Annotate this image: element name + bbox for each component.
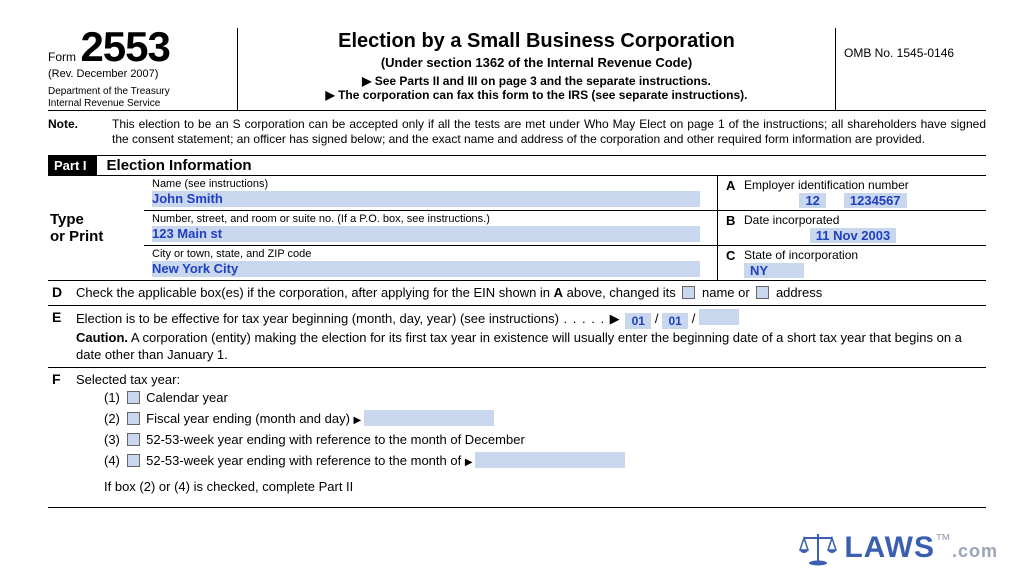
fiscal-year-ending-field[interactable] xyxy=(364,410,494,426)
state-inc-cell: C State of incorporation NY xyxy=(718,246,986,280)
revision-date: (Rev. December 2007) xyxy=(48,68,231,80)
checkbox-5253-december[interactable] xyxy=(127,433,140,446)
ein-label: Employer identification number xyxy=(744,178,909,193)
omb-number: OMB No. 1545-0146 xyxy=(844,46,954,60)
selected-tax-year-head: Selected tax year: xyxy=(76,371,986,389)
row-f-body: Selected tax year: (1) Calendar year (2)… xyxy=(76,371,986,499)
caution-label: Caution. xyxy=(76,330,128,345)
date-inc-field[interactable]: 11 Nov 2003 xyxy=(810,228,896,243)
effective-year[interactable] xyxy=(699,309,739,325)
type-or-print: Type or Print xyxy=(48,176,144,280)
date-inc-label: Date incorporated xyxy=(744,213,839,228)
row-e-text: Election is to be effective for tax year… xyxy=(76,309,986,364)
state-inc-field[interactable]: NY xyxy=(744,263,804,278)
letter-b: B xyxy=(726,213,744,228)
ein-cell: A Employer identification number 12 1234… xyxy=(718,176,986,211)
checkbox-5253-other[interactable] xyxy=(127,454,140,467)
form-word: Form xyxy=(48,50,76,64)
note-text: This election to be an S corporation can… xyxy=(112,117,986,147)
part-i-bar: Part I Election Information xyxy=(48,156,986,176)
letter-e: E xyxy=(48,309,76,325)
checkbox-address-change[interactable] xyxy=(756,286,769,299)
form-2553: Form 2553 (Rev. December 2007) Departmen… xyxy=(0,0,1024,508)
watermark: LAWS™.com xyxy=(798,530,998,566)
name-field[interactable]: John Smith xyxy=(152,191,700,207)
part-title: Election Information xyxy=(97,156,252,175)
effective-day[interactable]: 01 xyxy=(662,313,688,329)
checkbox-name-change[interactable] xyxy=(682,286,695,299)
department: Department of the Treasury Internal Reve… xyxy=(48,86,231,110)
part-tag: Part I xyxy=(48,156,97,175)
form-subtitle: (Under section 1362 of the Internal Reve… xyxy=(244,55,829,70)
fax-instructions: The corporation can fax this form to the… xyxy=(244,88,829,102)
letter-d: D xyxy=(48,284,76,300)
row-d: D Check the applicable box(es) if the co… xyxy=(48,281,986,306)
row-e: E Election is to be effective for tax ye… xyxy=(48,306,986,367)
city-cell: City or town, state, and ZIP code New Yo… xyxy=(144,246,717,280)
city-label: City or town, state, and ZIP code xyxy=(152,248,711,260)
tax-year-options: (1) Calendar year (2) Fiscal year ending… xyxy=(76,388,986,471)
part-ii-instruction: If box (2) or (4) is checked, complete P… xyxy=(76,471,986,498)
form-title: Election by a Small Business Corporation xyxy=(244,30,829,53)
form-header: Form 2553 (Rev. December 2007) Departmen… xyxy=(48,28,986,111)
city-field[interactable]: New York City xyxy=(152,261,700,277)
address-label: Number, street, and room or suite no. (I… xyxy=(152,213,711,225)
ein-suffix[interactable]: 1234567 xyxy=(844,193,907,208)
state-inc-label: State of incorporation xyxy=(744,248,858,263)
checkbox-calendar-year[interactable] xyxy=(127,391,140,404)
name-label: Name (see instructions) xyxy=(152,178,711,190)
header-center: Election by a Small Business Corporation… xyxy=(238,28,836,110)
letter-f: F xyxy=(48,371,76,387)
ein-value[interactable]: 12 1234567 xyxy=(726,193,980,208)
election-info-grid: Type or Print Name (see instructions) Jo… xyxy=(48,176,986,281)
name-address-column: Name (see instructions) John Smith Numbe… xyxy=(144,176,718,280)
row-f: F Selected tax year: (1) Calendar year (… xyxy=(48,367,986,502)
date-inc-cell: B Date incorporated 11 Nov 2003 xyxy=(718,211,986,246)
effective-month[interactable]: 01 xyxy=(625,313,651,329)
form-number: 2553 xyxy=(80,28,169,66)
note-label: Note. xyxy=(48,117,112,147)
note-row: Note. This election to be an S corporati… xyxy=(48,111,986,156)
checkbox-fiscal-year[interactable] xyxy=(127,412,140,425)
row-d-text: Check the applicable box(es) if the corp… xyxy=(76,284,986,302)
5253-month-field[interactable] xyxy=(475,452,625,468)
scales-icon xyxy=(798,530,838,566)
header-right: OMB No. 1545-0146 xyxy=(836,28,986,110)
right-column: A Employer identification number 12 1234… xyxy=(718,176,986,280)
header-left: Form 2553 (Rev. December 2007) Departmen… xyxy=(48,28,238,110)
caution-text: A corporation (entity) making the electi… xyxy=(76,330,962,363)
address-cell: Number, street, and room or suite no. (I… xyxy=(144,211,717,246)
name-cell: Name (see instructions) John Smith xyxy=(144,176,717,211)
ein-prefix[interactable]: 12 xyxy=(799,193,825,208)
bottom-rule xyxy=(48,507,986,508)
address-field[interactable]: 123 Main st xyxy=(152,226,700,242)
letter-a: A xyxy=(726,178,744,193)
watermark-text: LAWS™.com xyxy=(844,531,998,565)
letter-c: C xyxy=(726,248,744,263)
see-instructions: See Parts II and III on page 3 and the s… xyxy=(244,74,829,88)
